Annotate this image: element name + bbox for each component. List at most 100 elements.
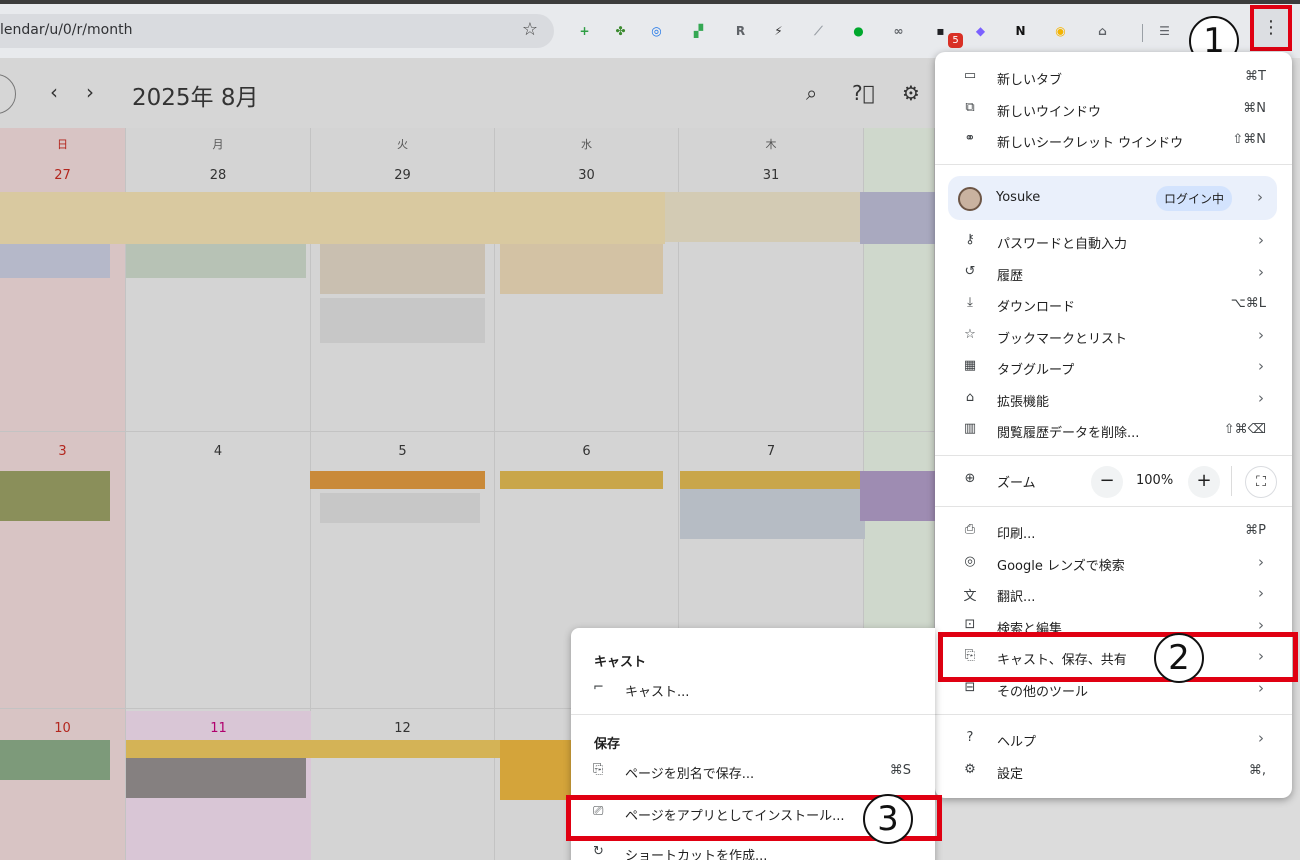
week-divider [0,431,935,432]
menu-item-translate[interactable]: 文 翻訳... › [935,579,1292,610]
next-month-icon[interactable]: › [86,80,94,104]
calendar-event-block[interactable] [500,244,663,294]
cast-menu-item[interactable]: ⌐ キャスト... [571,675,935,705]
calendar-date[interactable]: 4 [126,444,310,459]
incognito-icon: ⚭ [964,131,976,146]
calendar-date[interactable]: 12 [311,721,494,736]
cast-icon: ⌐ [593,680,604,695]
calendar-date[interactable]: 5 [311,444,494,459]
menu-item-print[interactable]: ⎙ 印刷... ⌘P [935,516,1292,547]
calendar-date[interactable]: 28 [126,168,310,183]
calendar-event-block[interactable] [0,244,110,278]
chat-icon[interactable]: ▪ [932,23,949,40]
menu-item-tab-groups[interactable]: ▦ タブグループ › [935,352,1292,383]
menu-item-label: Google レンズで検索 [997,558,1125,574]
calendar-event-block[interactable] [320,244,485,294]
calendar-event-block[interactable] [680,471,865,489]
address-bar-url[interactable]: lendar/u/0/r/month [0,22,132,38]
save-as-menu-item[interactable]: ⎘ ページを別名で保存... ⌘S [571,757,935,787]
purple-gem-icon[interactable]: ◆ [972,23,989,40]
calendar-event-block[interactable] [0,740,110,780]
calendar-event-block[interactable] [0,192,665,244]
binoculars-icon[interactable]: ∞ [890,23,907,40]
search-icon[interactable]: ⌕ [806,81,817,105]
calendar-event-block[interactable] [680,489,865,539]
puzzle-icon[interactable]: ⌂ [1094,23,1111,40]
menu-item-shortcut: ⌘, [1248,762,1266,778]
menu-item-history[interactable]: ↺ 履歴 › [935,258,1292,289]
translate-icon: 文 [963,589,977,604]
trash-icon: ▥ [963,421,977,436]
clover-icon[interactable]: ✤ [612,23,629,40]
calendar-date[interactable]: 3 [0,444,125,459]
calendar-event-block[interactable] [310,471,485,489]
menu-item-incognito[interactable]: ⚭ 新しいシークレット ウインドウ ⇧⌘N [935,125,1292,156]
today-button[interactable] [0,74,16,114]
menu-item-label: ページを別名で保存... [625,767,755,782]
prev-month-icon[interactable]: ‹ [50,80,58,104]
settings-icon[interactable]: ⚙ [902,81,920,105]
calendar-event-block[interactable] [0,471,110,521]
calendar-date[interactable]: 10 [0,721,125,736]
bulb-icon[interactable]: ◉ [1052,23,1069,40]
calendar-event-block[interactable] [500,471,663,489]
chevron-right-icon: › [1258,325,1264,344]
zoom-out-button[interactable]: − [1091,466,1123,498]
graph-icon[interactable]: ⟋ [810,23,827,40]
help-icon[interactable]: ?⃝ [852,81,875,105]
calendar-event-block[interactable] [320,493,480,523]
menu-item-shortcut: ⌘S [889,763,911,778]
menu-item-star[interactable]: ☆ ブックマークとリスト › [935,321,1292,352]
calendar-date[interactable]: 6 [495,444,678,459]
menu-item-key[interactable]: ⚷ パスワードと自動入力 › [935,226,1292,257]
menu-item-lens[interactable]: ◎ Google レンズで検索 › [935,548,1292,579]
menu-item-help[interactable]: ? ヘルプ › [935,724,1292,755]
calendar-event-block[interactable] [665,192,860,242]
reading-list-icon[interactable]: ☰ [1156,23,1173,40]
calendar-date[interactable]: 7 [679,444,863,459]
calendar-date[interactable]: 30 [495,168,678,183]
menu-item-download[interactable]: ⤓ ダウンロード ⌥⌘L [935,289,1292,320]
google-tile-icon[interactable]: ▞ [690,23,707,40]
calendar-event-block[interactable] [126,758,306,798]
chevron-right-icon: › [1258,584,1264,602]
calendar-date[interactable]: 27 [0,168,125,183]
calendar-date[interactable]: 31 [679,168,863,183]
calendar-date[interactable]: 29 [311,168,494,183]
calendar-header: ‹ › 2025年 8月 ⌕ ?⃝ ⚙ [0,58,940,128]
calendar-event-block[interactable] [860,192,935,244]
calendar-event-block[interactable] [860,471,935,521]
menu-item-settings[interactable]: ⚙ 設定 ⌘, [935,756,1292,787]
notion-icon[interactable]: N [1012,23,1029,40]
plus-circle-icon[interactable]: + [576,23,593,40]
chrome-menu-button[interactable]: ⋮ [1250,5,1292,51]
print-icon: ⎙ [964,522,976,537]
calendar-event-block[interactable] [320,298,485,343]
bookmark-star-icon[interactable]: ☆ [522,19,538,40]
menu-item-puzzle[interactable]: ⌂ 拡張機能 › [935,384,1292,415]
help-icon: ? [966,730,974,745]
menu-item-trash[interactable]: ▥ 閲覧履歴データを削除... ⇧⌘⌫ [935,415,1292,446]
fullscreen-button[interactable]: ⛶ [1245,466,1277,498]
chevron-right-icon: › [1258,552,1264,571]
r-icon[interactable]: R [732,23,749,40]
zoom-in-button[interactable]: + [1188,466,1220,498]
menu-item-label: ショートカットを作成... [625,849,768,860]
evernote-icon[interactable]: ● [850,23,867,40]
menu-item-new-window[interactable]: ⧉ 新しいウインドウ ⌘N [935,94,1292,125]
menu-item-label: 新しいウインドウ [997,104,1102,120]
calendar-date[interactable]: 11 [126,721,311,736]
profile-row[interactable]: Yosuke ログイン中 › [948,176,1277,220]
compass-icon[interactable]: ◎ [648,23,665,40]
menu-item-new-tab[interactable]: ▭ 新しいタブ ⌘T [935,62,1292,93]
calendar-event-block[interactable] [500,740,575,800]
chevron-right-icon: › [1258,729,1264,747]
bolt-icon[interactable]: ⚡ [770,23,787,40]
address-bar[interactable]: lendar/u/0/r/month ☆ [0,14,554,48]
calendar-event-block[interactable] [126,244,306,278]
day-of-week-label: 月 [212,138,224,151]
tab-groups-icon: ▦ [963,358,977,373]
day-of-week-label: 木 [765,138,777,151]
menu-item-label: 設定 [997,766,1024,782]
menu-item-label: 新しいシークレット ウインドウ [997,136,1184,151]
